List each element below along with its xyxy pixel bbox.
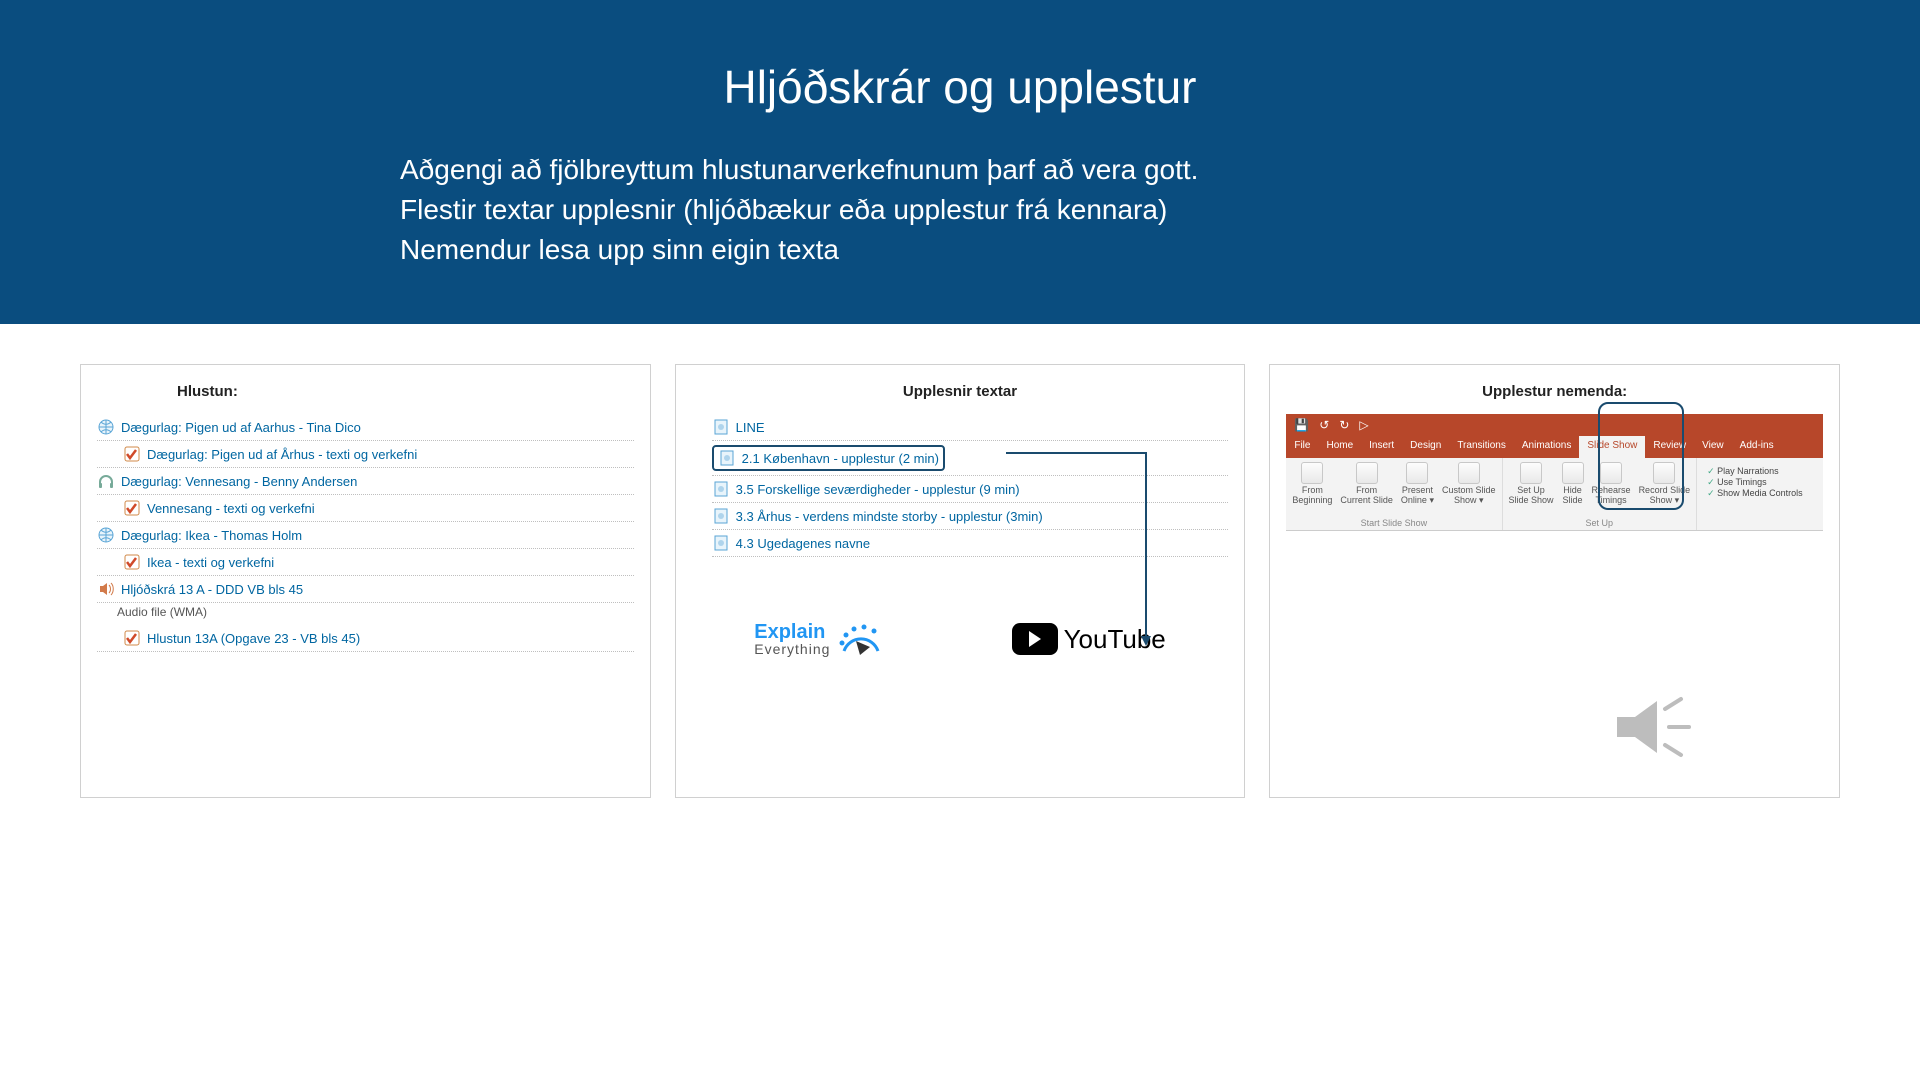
tab-design[interactable]: Design [1402,436,1449,458]
link-text[interactable]: Dægurlag: Pigen ud af Aarhus - Tina Dico [121,420,361,435]
panels-row: Hlustun: Dægurlag: Pigen ud af Aarhus - … [0,324,1920,798]
link-text[interactable]: Dægurlag: Vennesang - Benny Andersen [121,474,357,489]
panel-upplestur-nemenda: Upplestur nemenda: 💾 ↺ ↻ ▷ FileHomeInser… [1269,364,1840,798]
link-text[interactable]: 3.5 Forskellige seværdigheder - upplestu… [736,482,1020,497]
link-text[interactable]: Dægurlag: Ikea - Thomas Holm [121,528,302,543]
tab-add-ins[interactable]: Add-ins [1732,436,1782,458]
check-icon [123,629,141,647]
explain-everything-icon [836,617,886,661]
list-item[interactable]: Dægurlag: Ikea - Thomas Holm [97,522,634,549]
check-icon [123,553,141,571]
explain-everything-logo: Explain Everything [754,617,886,661]
tab-insert[interactable]: Insert [1361,436,1402,458]
panel-hlustun: Hlustun: Dægurlag: Pigen ud af Aarhus - … [80,364,651,798]
start-show-icon[interactable]: ▷ [1359,418,1368,432]
powerpoint-ribbon: 💾 ↺ ↻ ▷ FileHomeInsertDesignTransitionsA… [1286,414,1823,531]
list-item[interactable]: Vennesang - texti og verkefni [97,495,634,522]
panel-upplesnir: Upplesnir textar LINE 2.1 København - upp… [675,364,1246,798]
list-item[interactable]: Dægurlag: Pigen ud af Århus - texti og v… [97,441,634,468]
link-text[interactable]: Hlustun 13A (Opgave 23 - VB bls 45) [147,631,360,646]
tab-animations[interactable]: Animations [1514,436,1579,458]
ribbon-checkbox[interactable]: Play Narrations [1707,466,1803,477]
panel1-title: Hlustun: [97,383,634,400]
quick-access-toolbar: 💾 ↺ ↻ ▷ [1286,414,1823,436]
link-text[interactable]: Vennesang - texti og verkefni [147,501,315,516]
save-icon[interactable]: 💾 [1294,418,1309,432]
globe-icon [97,418,115,436]
tab-view[interactable]: View [1694,436,1732,458]
panel2-title: Upplesnir textar [692,383,1229,400]
ribbon-tabs: FileHomeInsertDesignTransitionsAnimation… [1286,436,1823,458]
list-item[interactable]: Dægurlag: Vennesang - Benny Andersen [97,468,634,495]
link-text[interactable]: Hljóðskrá 13 A - DDD VB bls 45 [121,582,303,597]
tab-file[interactable]: File [1286,436,1318,458]
ribbon-button-icon [1458,462,1480,484]
list-item[interactable]: LINE [712,414,1229,441]
page-icon [712,534,730,552]
page-icon [718,449,736,467]
ribbon-button[interactable]: PresentOnline ▾ [1401,462,1434,506]
ribbon-checkbox[interactable]: Use Timings [1707,477,1803,488]
redo-icon[interactable]: ↻ [1339,418,1349,432]
ribbon-button-icon [1356,462,1378,484]
list-item[interactable]: Dægurlag: Pigen ud af Aarhus - Tina Dico [97,414,634,441]
ribbon-button[interactable]: FromBeginning [1292,462,1332,506]
ribbon-button[interactable]: FromCurrent Slide [1340,462,1393,506]
undo-icon[interactable]: ↺ [1319,418,1329,432]
audio-icon [97,580,115,598]
list-item[interactable]: Ikea - texti og verkefni [97,549,634,576]
headphones-icon [97,472,115,490]
page-icon [712,480,730,498]
tab-home[interactable]: Home [1318,436,1361,458]
audio-file-subtext: Audio file (WMA) [97,603,634,625]
link-text[interactable]: 4.3 Ugedagenes navne [736,536,870,551]
ribbon-group-start: FromBeginningFromCurrent SlidePresentOnl… [1286,458,1502,530]
ribbon-content: FromBeginningFromCurrent SlidePresentOnl… [1286,458,1823,531]
check-icon [123,445,141,463]
header-line-3: Nemendur lesa upp sinn eigin texta [0,234,1920,266]
ribbon-group-checks: Play NarrationsUse TimingsShow Media Con… [1697,458,1809,530]
ribbon-button[interactable]: Custom SlideShow ▾ [1442,462,1496,506]
ribbon-button-icon [1520,462,1542,484]
page-title: Hljóðskrár og upplestur [0,60,1920,114]
link-text[interactable]: 2.1 København - upplestur (2 min) [742,451,939,466]
list-item[interactable]: Hlustun 13A (Opgave 23 - VB bls 45) [97,625,634,652]
callout-ring-record [1598,402,1684,510]
tab-transitions[interactable]: Transitions [1449,436,1514,458]
speaker-icon [1599,687,1719,767]
ribbon-button[interactable]: HideSlide [1562,462,1584,506]
globe-icon [97,526,115,544]
check-icon [123,499,141,517]
link-text[interactable]: Dægurlag: Pigen ud af Århus - texti og v… [147,447,417,462]
header-line-2: Flestir textar upplesnir (hljóðbækur eða… [0,194,1920,226]
header-line-1: Aðgengi að fjölbreyttum hlustunarverkefn… [0,154,1920,186]
list-item[interactable]: Hljóðskrá 13 A - DDD VB bls 45 [97,576,634,603]
ribbon-checkbox[interactable]: Show Media Controls [1707,488,1803,499]
panel3-title: Upplestur nemenda: [1286,383,1823,400]
ribbon-button-icon [1301,462,1323,484]
link-text[interactable]: LINE [736,420,765,435]
ribbon-button-icon [1562,462,1584,484]
callout-arrow [1006,441,1206,661]
link-text[interactable]: 3.3 Århus - verdens mindste storby - upp… [736,509,1043,524]
page-icon [712,507,730,525]
header-banner: Hljóðskrár og upplestur Aðgengi að fjölb… [0,0,1920,324]
link-text[interactable]: Ikea - texti og verkefni [147,555,274,570]
page-icon [712,418,730,436]
ribbon-button[interactable]: Set UpSlide Show [1509,462,1554,506]
ribbon-button-icon [1406,462,1428,484]
